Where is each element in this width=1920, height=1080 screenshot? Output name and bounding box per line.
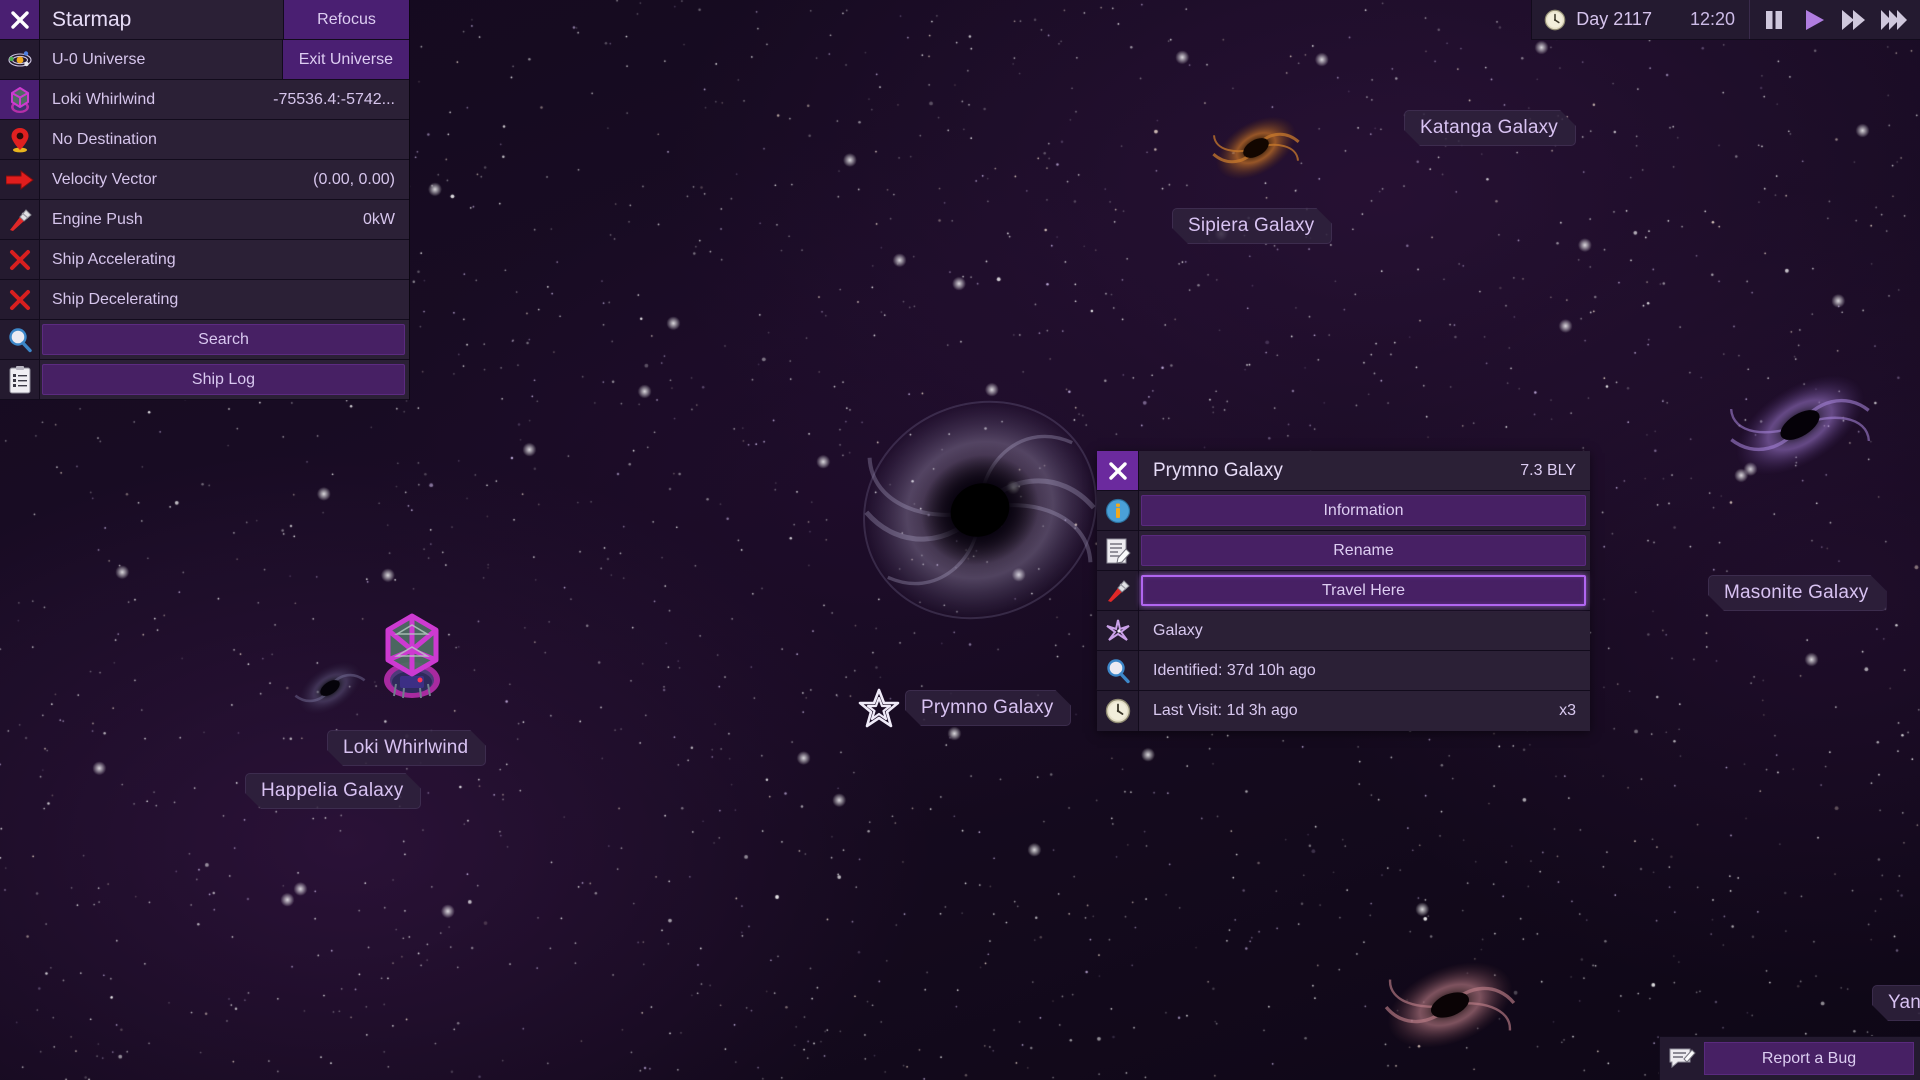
play-button[interactable] (1796, 0, 1832, 40)
game-clock: 12:20 (1690, 9, 1735, 30)
star-type-icon (1097, 611, 1139, 650)
sidebar-row-accelerating: Ship Accelerating (0, 240, 409, 280)
clipboard-log-icon (0, 360, 40, 399)
object-row-identified: Identified: 37d 10h ago (1097, 651, 1590, 691)
map-label[interactable]: Prymno Galaxy (905, 690, 1071, 726)
sidebar-engine-label: Engine Push (40, 200, 363, 239)
galaxy-orange (1202, 98, 1310, 197)
sidebar-engine-value: 0kW (363, 200, 409, 239)
sidebar-row-destination[interactable]: No Destination (0, 120, 409, 160)
sidebar-row-universe[interactable]: U-0 Universe Exit Universe (0, 40, 409, 80)
player-ship-loki-whirlwind[interactable] (372, 608, 452, 704)
object-row-travel: Travel Here (1097, 571, 1590, 611)
info-circle-icon (1097, 491, 1139, 530)
magnifier-icon (1097, 651, 1139, 690)
red-x-icon (0, 240, 40, 279)
map-pin-icon (0, 120, 40, 159)
sidebar-row-engine: Engine Push 0kW (0, 200, 409, 240)
selection-star-icon[interactable] (858, 688, 900, 730)
sidebar-row-search: Search (0, 320, 409, 360)
clock-icon (1097, 691, 1139, 731)
time-hud: Day 2117 12:20 (1531, 0, 1920, 40)
object-type-label: Galaxy (1139, 611, 1576, 650)
galaxy-dim-near-ship (288, 650, 371, 725)
fast-forward-button[interactable] (1836, 0, 1872, 40)
sidebar-destination-value (395, 120, 409, 159)
day-counter: Day 2117 (1576, 9, 1652, 30)
object-detail-panel: Prymno Galaxy 7.3 BLY Information (1097, 451, 1590, 731)
sidebar-accelerating-label: Ship Accelerating (40, 240, 395, 279)
report-bug-bar: Report a Bug (1659, 1036, 1920, 1080)
exit-universe-button[interactable]: Exit Universe (282, 40, 409, 79)
sidebar-ship-coordinates: -75536.4:-5742... (273, 80, 409, 119)
magnifier-icon (0, 320, 40, 359)
sidebar-row-ship[interactable]: Loki Whirlwind -75536.4:-5742... (0, 80, 409, 120)
map-label[interactable]: Katanga Galaxy (1404, 110, 1576, 146)
object-title: Prymno Galaxy (1139, 451, 1520, 490)
rename-button[interactable]: Rename (1141, 535, 1586, 566)
starmap-screen: Katanga Galaxy Sipiera Galaxy Masonite Gal… (0, 0, 1920, 1080)
page-title: Starmap (40, 0, 283, 39)
map-label[interactable]: Loki Whirlwind (327, 730, 486, 766)
object-row-lastvisit: Last Visit: 1d 3h ago x3 (1097, 691, 1590, 731)
sidebar-accelerating-value (395, 240, 409, 279)
sidebar-universe-label: U-0 Universe (40, 40, 282, 79)
map-label[interactable]: Happelia Galaxy (245, 773, 421, 809)
object-panel-header: Prymno Galaxy 7.3 BLY (1097, 451, 1590, 491)
galaxy-central-spiral (826, 361, 1135, 658)
object-identified-value (1576, 651, 1590, 690)
sidebar-row-shiplog: Ship Log (0, 360, 409, 400)
object-row-information: Information (1097, 491, 1590, 531)
close-x-icon[interactable] (0, 0, 40, 39)
refocus-button[interactable]: Refocus (283, 0, 409, 39)
bug-report-icon (1660, 1037, 1704, 1080)
clock-icon (1544, 9, 1566, 31)
sidebar-velocity-label: Velocity Vector (40, 160, 313, 199)
object-lastvisit-label: Last Visit: 1d 3h ago (1139, 691, 1559, 731)
speed-controls (1749, 0, 1920, 39)
rename-document-icon (1097, 531, 1139, 570)
red-x-icon (0, 280, 40, 319)
information-button[interactable]: Information (1141, 495, 1586, 526)
starmap-panel: Starmap Refocus U-0 Universe Exit Univer… (0, 0, 410, 400)
rocket-engine-icon (0, 200, 40, 239)
universe-orbit-icon (0, 40, 40, 79)
map-label[interactable]: Sipiera Galaxy (1172, 208, 1332, 244)
ship-icosahedron-icon (0, 80, 40, 119)
sidebar-decelerating-label: Ship Decelerating (40, 280, 395, 319)
object-identified-label: Identified: 37d 10h ago (1139, 651, 1576, 690)
galaxy-violet (1712, 344, 1887, 505)
close-x-icon[interactable] (1097, 451, 1139, 490)
report-bug-button[interactable]: Report a Bug (1704, 1042, 1914, 1075)
sidebar-decelerating-value (395, 280, 409, 319)
sidebar-destination-label: No Destination (40, 120, 395, 159)
object-distance: 7.3 BLY (1520, 451, 1590, 490)
map-label[interactable]: Yana (1872, 985, 1920, 1021)
object-row-rename: Rename (1097, 531, 1590, 571)
red-arrow-icon (0, 160, 40, 199)
starmap-header-row: Starmap Refocus (0, 0, 409, 40)
sidebar-row-velocity: Velocity Vector (0.00, 0.00) (0, 160, 409, 200)
very-fast-forward-button[interactable] (1876, 0, 1912, 40)
travel-here-button[interactable]: Travel Here (1141, 575, 1586, 606)
object-visit-count: x3 (1559, 691, 1590, 731)
search-button[interactable]: Search (42, 324, 405, 355)
sidebar-ship-label: Loki Whirlwind (40, 80, 273, 119)
sidebar-velocity-value: (0.00, 0.00) (313, 160, 409, 199)
rocket-engine-icon (1097, 571, 1139, 610)
day-clock-block: Day 2117 12:20 (1532, 0, 1749, 39)
ship-log-button[interactable]: Ship Log (42, 364, 405, 395)
galaxy-rose (1372, 938, 1529, 1073)
object-row-type: Galaxy (1097, 611, 1590, 651)
object-type-value (1576, 611, 1590, 650)
pause-button[interactable] (1756, 0, 1792, 40)
map-label[interactable]: Masonite Galaxy (1708, 575, 1887, 611)
sidebar-row-decelerating: Ship Decelerating (0, 280, 409, 320)
